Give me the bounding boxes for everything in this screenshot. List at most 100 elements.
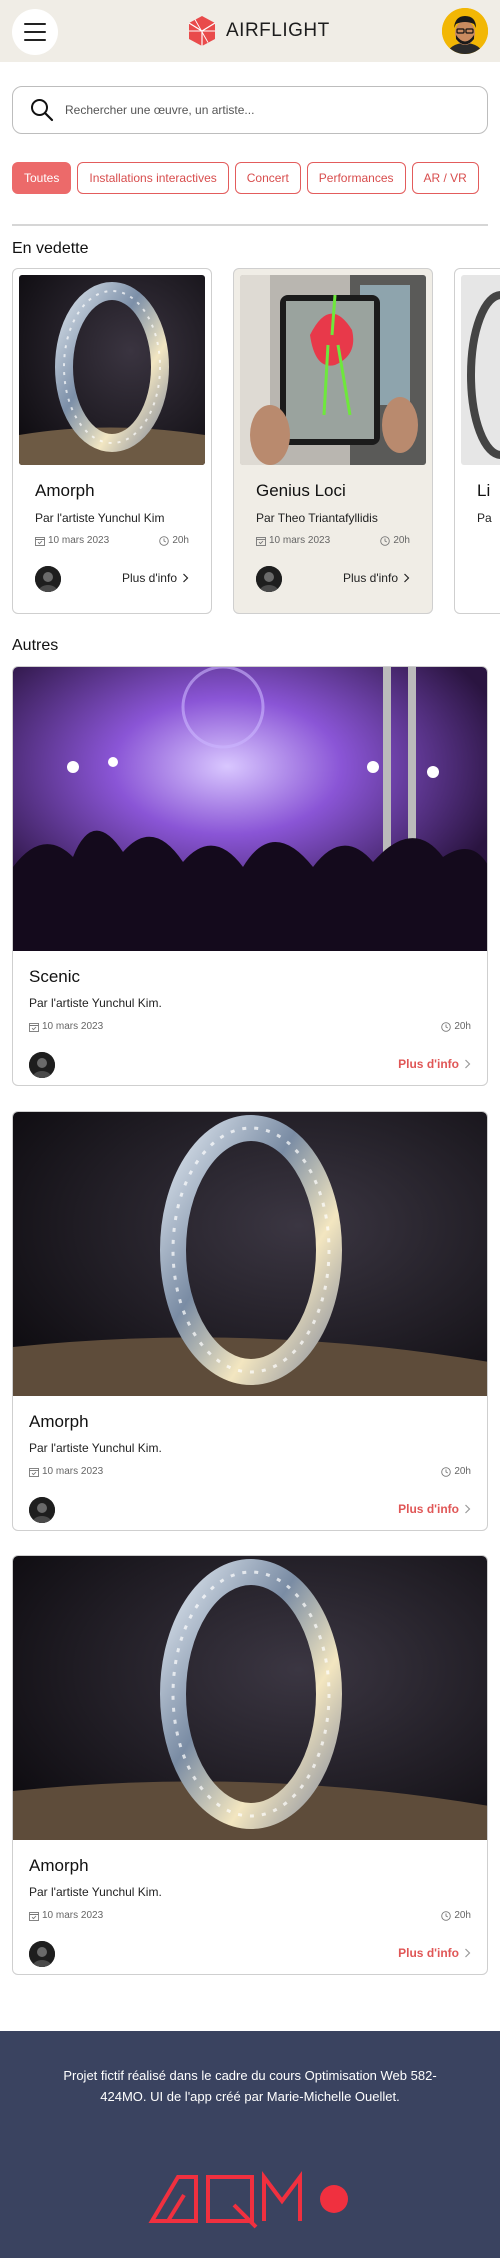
artist-avatar <box>29 1497 55 1523</box>
event-time-text: 20h <box>172 535 189 546</box>
more-info-label: Plus d'info <box>343 571 398 585</box>
event-time-text: 20h <box>454 1021 471 1032</box>
filter-chip-concert[interactable]: Concert <box>234 162 301 194</box>
event-card[interactable]: Amorph Par l'artiste Yunchul Kim. 10 mar… <box>12 1555 488 1975</box>
aqm-logo-icon <box>148 2171 348 2229</box>
hamburger-icon-line <box>24 31 46 33</box>
more-info-link[interactable]: Plus d'info <box>398 1057 471 1071</box>
event-time-text: 20h <box>393 535 410 546</box>
artist-avatar <box>35 566 61 592</box>
artwork-artist: Par Theo Triantafyllidis <box>256 511 378 525</box>
event-date-text: 10 mars 2023 <box>42 1910 104 1921</box>
calendar-icon <box>256 536 266 546</box>
clock-icon <box>380 535 391 546</box>
event-image <box>13 1556 487 1840</box>
artwork-image <box>461 275 500 465</box>
event-title: Scenic <box>29 967 81 986</box>
artwork-image <box>240 275 426 465</box>
event-image <box>13 1112 487 1396</box>
chevron-right-icon <box>404 573 410 583</box>
calendar-icon <box>29 1022 39 1032</box>
event-card[interactable]: Scenic Par l'artiste Yunchul Kim. 10 mar… <box>12 666 488 1086</box>
more-info-label: Plus d'info <box>122 571 177 585</box>
footer-credits: Projet fictif réalisé dans le cadre du c… <box>63 2068 437 2104</box>
event-time-text: 20h <box>454 1910 471 1921</box>
event-date: 10 mars 2023 <box>35 535 109 546</box>
artist-avatar <box>29 1941 55 1967</box>
event-date: 10 mars 2023 <box>256 535 330 546</box>
app-header: AIRFLIGHT <box>0 0 500 62</box>
search-icon <box>31 99 54 122</box>
clock-icon <box>159 535 170 546</box>
page-footer: Projet fictif réalisé dans le cadre du c… <box>0 2031 500 2258</box>
event-time: 20h <box>441 1910 471 1921</box>
airflight-logo-icon <box>188 16 216 46</box>
event-date-text: 10 mars 2023 <box>48 535 110 546</box>
user-avatar[interactable] <box>442 8 488 54</box>
event-time: 20h <box>441 1021 471 1032</box>
artwork-artist: Par l'artiste Yunchul Kim <box>35 511 165 525</box>
artist-avatar <box>256 566 282 592</box>
clock-icon <box>441 1021 452 1032</box>
event-time: 20h <box>441 1466 471 1477</box>
category-filters: Toutes Installations interactives Concer… <box>12 162 479 194</box>
search-input[interactable] <box>65 103 465 117</box>
app-name: AIRFLIGHT <box>226 20 330 41</box>
clock-icon <box>441 1466 452 1477</box>
event-title: Amorph <box>29 1856 89 1875</box>
event-date-text: 10 mars 2023 <box>269 535 331 546</box>
section-divider <box>12 224 488 226</box>
avatar-illustration <box>442 8 488 54</box>
chevron-right-icon <box>465 1504 471 1514</box>
event-title: Amorph <box>29 1412 89 1431</box>
filter-chip-ar-vr[interactable]: AR / VR <box>411 162 479 194</box>
hamburger-menu-button[interactable] <box>12 9 58 55</box>
event-time: 20h <box>159 535 189 546</box>
event-time-text: 20h <box>454 1466 471 1477</box>
more-info-label: Plus d'info <box>398 1946 459 1960</box>
more-info-link[interactable]: Plus d'info <box>398 1946 471 1960</box>
more-info-link[interactable]: Plus d'info <box>343 571 410 585</box>
artwork-artist: Pa <box>477 511 492 525</box>
artwork-title: Genius Loci <box>256 481 346 500</box>
calendar-icon <box>29 1911 39 1921</box>
event-date-text: 10 mars 2023 <box>42 1466 104 1477</box>
artwork-title: Amorph <box>35 481 95 500</box>
more-info-label: Plus d'info <box>398 1502 459 1516</box>
filter-chip-performances[interactable]: Performances <box>306 162 406 194</box>
chevron-right-icon <box>465 1948 471 1958</box>
app-logo[interactable]: AIRFLIGHT <box>186 14 330 48</box>
featured-card[interactable]: Genius Loci Par Theo Triantafyllidis 10 … <box>233 268 433 614</box>
featured-card[interactable]: Amorph Par l'artiste Yunchul Kim 10 mars… <box>12 268 212 614</box>
event-date: 10 mars 2023 <box>29 1910 103 1921</box>
others-section-title: Autres <box>12 637 59 654</box>
event-card[interactable]: Amorph Par l'artiste Yunchul Kim. 10 mar… <box>12 1111 488 1531</box>
artwork-image <box>19 275 205 465</box>
artwork-title: Li <box>477 481 491 500</box>
artist-avatar <box>29 1052 55 1078</box>
event-date: 10 mars 2023 <box>29 1466 103 1477</box>
hamburger-icon-line <box>24 39 46 41</box>
filter-chip-toutes[interactable]: Toutes <box>12 162 72 194</box>
more-info-link[interactable]: Plus d'info <box>398 1502 471 1516</box>
event-date: 10 mars 2023 <box>29 1021 103 1032</box>
search-bar[interactable] <box>12 86 488 134</box>
more-info-link[interactable]: Plus d'info <box>122 571 189 585</box>
featured-carousel[interactable]: Amorph Par l'artiste Yunchul Kim 10 mars… <box>12 268 500 616</box>
event-artist: Par l'artiste Yunchul Kim. <box>29 1885 162 1899</box>
filter-chip-installations[interactable]: Installations interactives <box>77 162 229 194</box>
event-time: 20h <box>380 535 410 546</box>
calendar-icon <box>29 1467 39 1477</box>
chevron-right-icon <box>183 573 189 583</box>
featured-card[interactable]: Li Pa <box>454 268 500 614</box>
clock-icon <box>441 1910 452 1921</box>
event-artist: Par l'artiste Yunchul Kim. <box>29 1441 162 1455</box>
event-image <box>13 667 487 951</box>
featured-section-title: En vedette <box>12 240 89 257</box>
more-info-label: Plus d'info <box>398 1057 459 1071</box>
chevron-right-icon <box>465 1059 471 1069</box>
calendar-icon <box>35 536 45 546</box>
event-date-text: 10 mars 2023 <box>42 1021 104 1032</box>
hamburger-icon-line <box>24 23 46 25</box>
event-artist: Par l'artiste Yunchul Kim. <box>29 996 162 1010</box>
